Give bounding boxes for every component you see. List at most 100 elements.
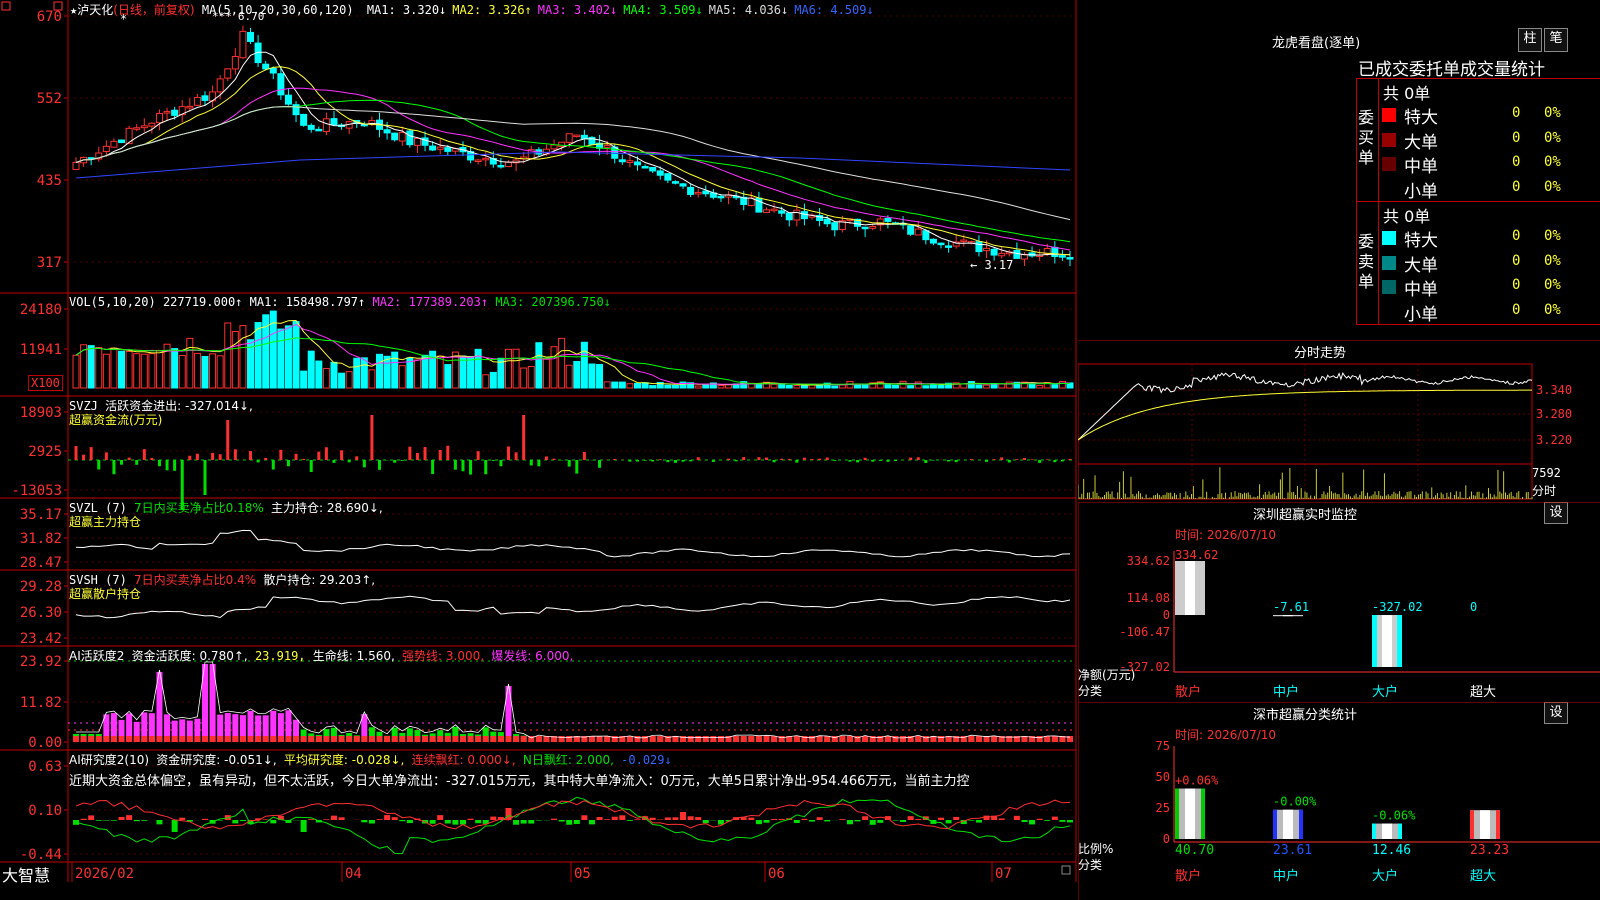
svzj-bar	[507, 446, 511, 460]
order-name: 大单	[1404, 132, 1438, 153]
svzj-bar	[651, 460, 655, 462]
ai-res-y-tick: 0.10	[28, 803, 62, 819]
research-bar	[80, 818, 87, 820]
ai2-base-bar	[437, 736, 444, 742]
ai2-base-bar	[657, 736, 664, 742]
research-bar	[126, 815, 133, 820]
ma-legend-item: MA3: 3.402↓	[537, 3, 618, 17]
ai2-base-bar	[141, 736, 148, 742]
svzj-bar	[1045, 459, 1049, 460]
ai2-base-bar	[353, 736, 360, 742]
svzj-bar	[226, 420, 230, 460]
candle-body	[641, 166, 649, 169]
candle-body	[269, 67, 277, 74]
ai2-base-bar	[467, 736, 474, 742]
candle-body	[800, 211, 808, 220]
order-color-swatch	[1382, 231, 1396, 245]
ma6-line	[75, 151, 1071, 179]
svzj-bar	[1030, 459, 1034, 460]
volume-bar	[72, 354, 80, 389]
volume-bar	[1036, 385, 1044, 389]
volume-bar	[140, 353, 148, 389]
intraday-chart-svg[interactable]: 3.340 3.280 3.220	[1078, 340, 1600, 502]
volume-bar	[914, 381, 922, 389]
order-count: 0	[1512, 129, 1521, 146]
order-row: 大单 0 0%	[1382, 128, 1600, 153]
svzj-bar	[909, 457, 913, 460]
svzl-label: 7日内买卖净占比0.18%	[134, 501, 264, 515]
ai2-base-bar	[300, 736, 307, 742]
order-count: 0	[1512, 301, 1521, 318]
research-bar	[588, 820, 595, 825]
volume-bar	[1005, 381, 1013, 389]
svzj-bar	[195, 453, 199, 460]
svsh-label: 7日内买卖净占比0.4%	[134, 573, 257, 587]
volume-bar	[284, 325, 292, 389]
research-bar	[915, 819, 922, 820]
candle-body	[603, 144, 611, 148]
candle-body	[383, 129, 391, 134]
volume-bar	[216, 355, 224, 389]
svzj-bar	[696, 457, 700, 460]
volume-bar	[125, 350, 133, 389]
ai2-base-bar	[535, 736, 542, 742]
ai2-base-bar	[687, 736, 694, 742]
ai2-life: 生命线: 1.560,	[312, 649, 395, 663]
chart-area[interactable]: 670 552 435 317 24180 11941 18903 2925 -13053 35.…	[0, 0, 1078, 900]
svzj-bar	[711, 460, 715, 462]
order-name: 特大	[1404, 108, 1438, 128]
monitor-bar-highlight	[1185, 561, 1195, 615]
svzl-y-tick: 35.17	[20, 507, 62, 523]
candle-body	[148, 122, 156, 127]
monitor-y-tick: -106.47	[1119, 625, 1170, 639]
candle-body	[406, 130, 414, 146]
research-bar	[748, 817, 755, 820]
research-bar	[429, 820, 436, 824]
volume-bar	[785, 384, 793, 389]
research-bar	[399, 820, 406, 822]
bar-mode-button[interactable]: 柱	[1518, 28, 1542, 52]
svzj-bar	[142, 449, 146, 460]
research-bar	[513, 820, 520, 825]
high-marker: *** 6.70	[212, 10, 264, 23]
ai2-base-bar	[126, 736, 133, 742]
research-bar	[900, 820, 907, 822]
ai2-strong: 强势线: 3.000,	[402, 649, 485, 663]
volume-bar	[702, 384, 710, 389]
monitor-category-label: 分类	[1078, 684, 1103, 698]
brand-logo: 大智慧	[2, 866, 51, 885]
ai2-base-bar	[164, 736, 171, 742]
research-bar	[1029, 820, 1036, 825]
research-bar	[626, 820, 633, 821]
volume-bar	[254, 322, 262, 389]
ai2-y-tick: 11.82	[20, 695, 62, 711]
volume-bar	[118, 350, 126, 389]
price-header: ★泸天化(日线，前复权) MA(5,10,20,30,60,120) MA1: …	[70, 1, 874, 18]
tick-mode-button[interactable]: 笔	[1544, 28, 1568, 52]
ai2-base-bar	[915, 736, 922, 742]
monitor-unit-label: 净额(万元)	[1078, 668, 1136, 682]
vol-y-tick: 24180	[20, 302, 62, 318]
candle-body	[884, 218, 892, 222]
ai2-base-bar	[816, 736, 823, 742]
svzj-bar	[127, 457, 131, 460]
research-bar	[141, 820, 148, 821]
ai2-val2: 23.919,	[254, 649, 306, 663]
candle-body	[110, 140, 118, 148]
candle-body	[239, 30, 247, 59]
volume-bar	[421, 354, 429, 389]
research-bar	[998, 818, 1005, 820]
svzj-bar	[575, 460, 579, 474]
ai2-base-bar	[368, 736, 375, 742]
ai2-base-bar	[429, 736, 436, 742]
volume-bar	[922, 385, 930, 389]
ai2-base-bar	[748, 736, 755, 742]
ai2-base-bar	[308, 736, 315, 742]
volume-bar	[800, 384, 808, 389]
svzj-bar	[969, 459, 973, 460]
candle-body	[694, 191, 702, 195]
intraday-panel[interactable]: 分时走势 3.340 3.280 3.220 7592 分时	[1078, 340, 1600, 502]
monitor-category: 大户	[1372, 684, 1398, 700]
volume-bar	[998, 383, 1006, 389]
svzj-bar	[302, 458, 306, 460]
